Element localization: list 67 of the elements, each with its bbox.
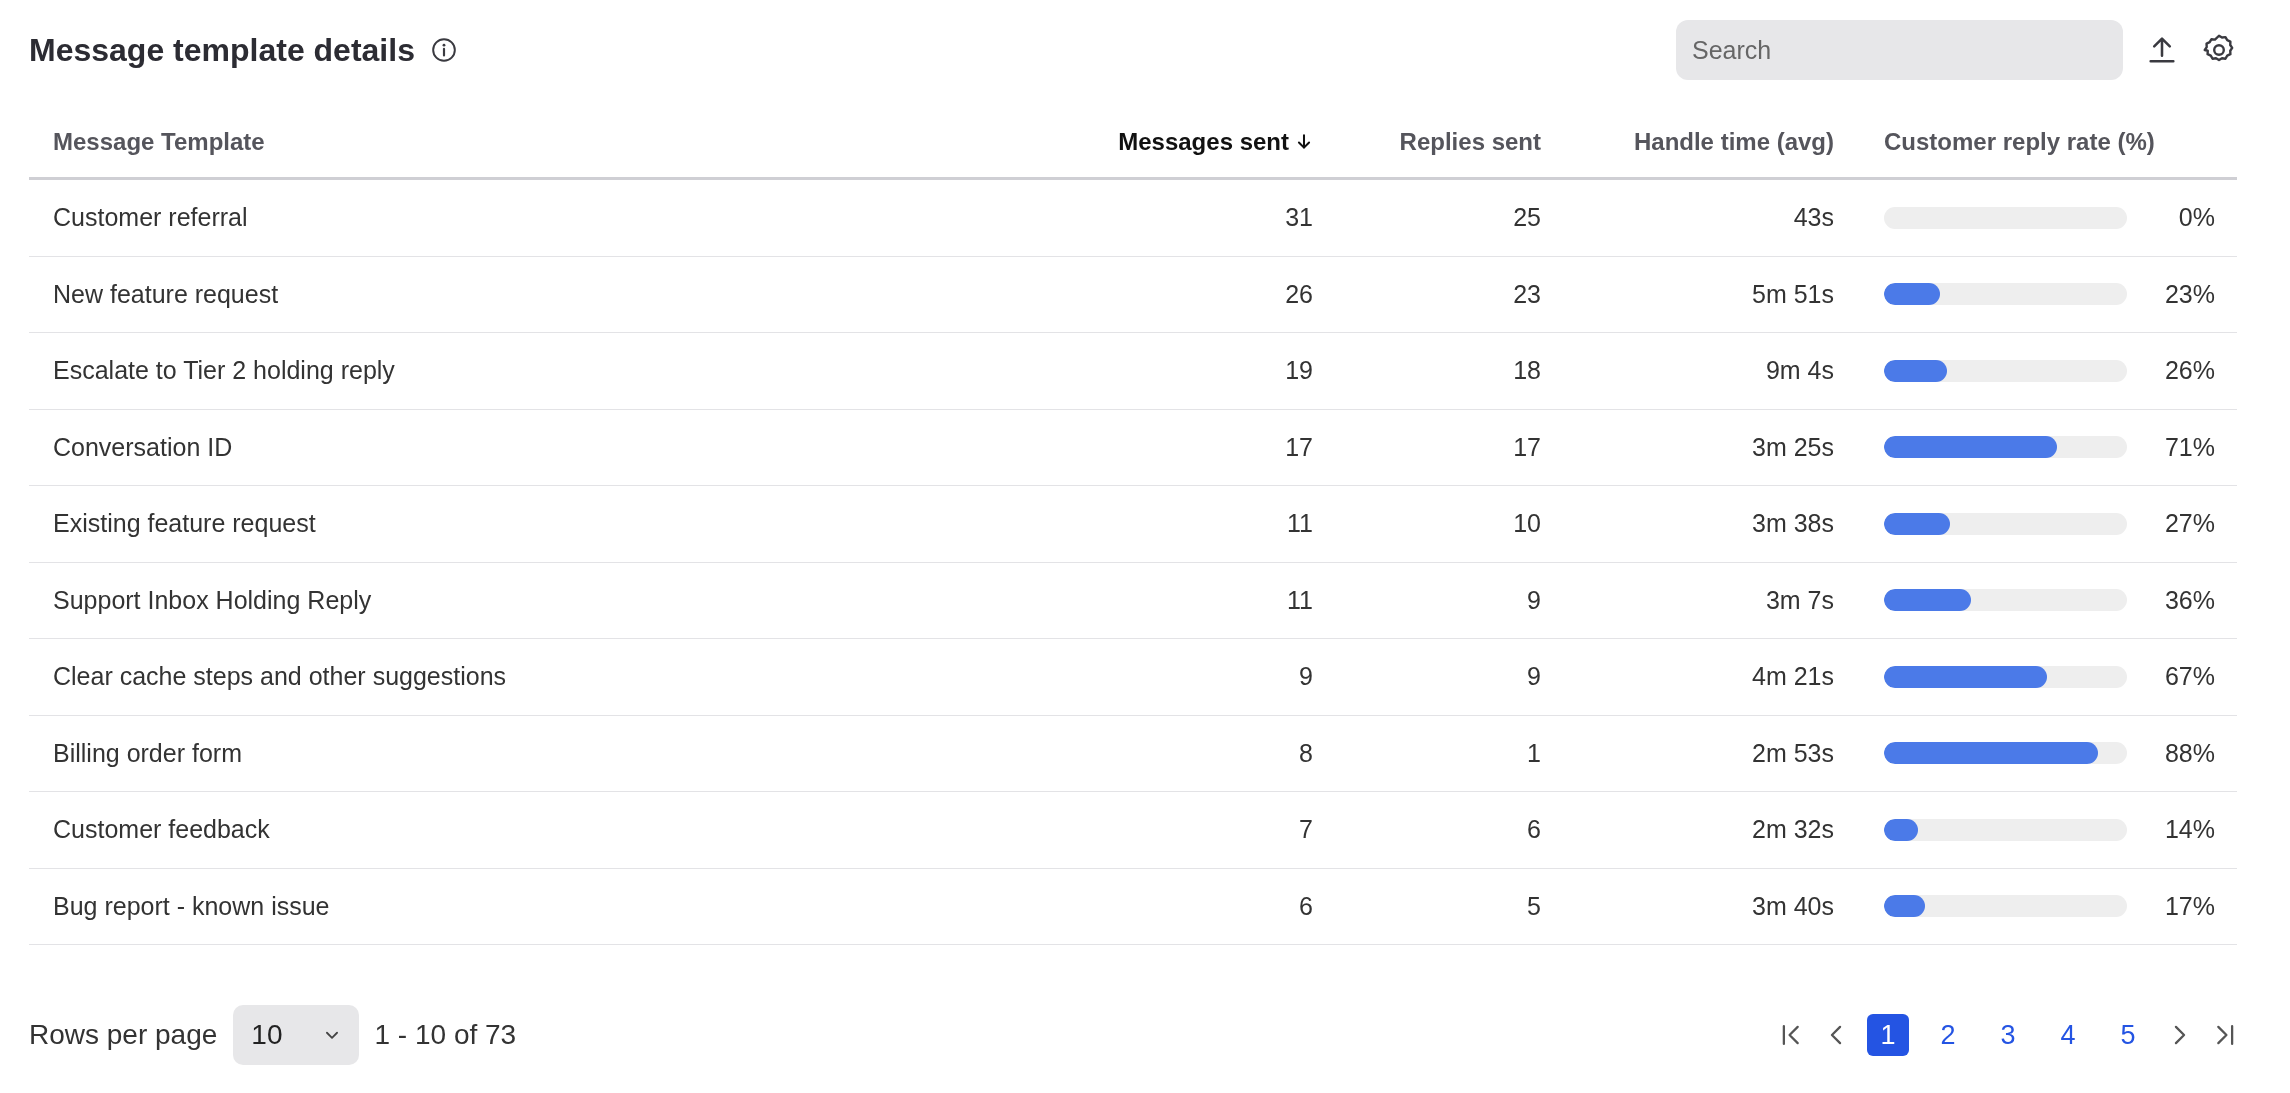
table-cell: 6 bbox=[1527, 815, 1541, 845]
table-cell-text: 88% bbox=[2164, 738, 2216, 768]
search-field[interactable]: Search bbox=[1676, 20, 2123, 80]
page-button[interactable]: 1 bbox=[1867, 1014, 1909, 1056]
table-cell: 17 bbox=[1285, 432, 1313, 462]
table-cell: Conversation ID bbox=[53, 432, 233, 462]
table-cell: 26 bbox=[1285, 279, 1313, 309]
sort-down-icon bbox=[1295, 133, 1313, 151]
table-cell: Customer feedback bbox=[53, 815, 270, 845]
table-cell: 23 bbox=[1513, 279, 1541, 309]
table-cell-text: 17% bbox=[2164, 891, 2216, 921]
table-cell: 9m 4s bbox=[1765, 356, 1834, 386]
table-cell: 3m 38s bbox=[1752, 509, 1834, 539]
table-cell: Customer referral bbox=[53, 203, 248, 233]
page-button[interactable]: 4 bbox=[2047, 1014, 2089, 1056]
table-cell: Clear cache steps and other suggestions bbox=[53, 662, 507, 692]
column-header[interactable]: Customer reply rate (%) bbox=[1834, 128, 2237, 156]
table-cell-text: 23% bbox=[2164, 279, 2216, 309]
table-cell-text: 26% bbox=[2164, 356, 2216, 386]
table-cell: 8 bbox=[1299, 738, 1313, 768]
table-cell: Bug report - known issue bbox=[53, 891, 330, 921]
table-cell-text: 14% bbox=[2164, 815, 2216, 845]
table-cell-text: 67% bbox=[2164, 662, 2216, 692]
table-cell: 5 bbox=[1527, 891, 1541, 921]
table-cell: 19 bbox=[1285, 356, 1313, 386]
rows-per-page-label: Rows per page bbox=[29, 1019, 218, 1051]
table-cell: 18 bbox=[1513, 356, 1541, 386]
table-cell-text: 27% bbox=[2164, 509, 2216, 539]
table-cell: Support Inbox Holding Reply bbox=[53, 585, 372, 615]
info-icon[interactable] bbox=[430, 37, 457, 63]
table-cell: Existing feature request bbox=[53, 509, 316, 539]
column-header[interactable]: Replies sent bbox=[1313, 128, 1541, 156]
table-cell: 9 bbox=[1527, 662, 1541, 692]
table-cell: 31 bbox=[1285, 203, 1313, 233]
table-cell: 2m 32s bbox=[1752, 815, 1834, 845]
table-cell: 43s bbox=[1793, 203, 1834, 233]
table-cell: New feature request bbox=[53, 279, 279, 309]
table-cell: 17 bbox=[1513, 432, 1541, 462]
table-cell-text: 36% bbox=[2164, 585, 2216, 615]
table-cell: 9 bbox=[1527, 585, 1541, 615]
column-header[interactable]: Messages sent bbox=[1043, 128, 1313, 156]
table-cell: 11 bbox=[1287, 509, 1313, 539]
rows-per-page-dropdown[interactable]: 10 bbox=[233, 1005, 359, 1065]
page-button[interactable]: 2 bbox=[1927, 1014, 1969, 1056]
table-cell: 11 bbox=[1287, 585, 1313, 615]
table-cell: 1 bbox=[1527, 738, 1541, 768]
page-range: 1 - 10 of 73 bbox=[374, 1019, 517, 1051]
table-cell: 9 bbox=[1299, 662, 1313, 692]
column-header[interactable]: Handle time (avg) bbox=[1541, 128, 1834, 156]
table-cell: 10 bbox=[1513, 509, 1541, 539]
table-cell: 7 bbox=[1299, 815, 1313, 845]
page-button[interactable]: 3 bbox=[1987, 1014, 2029, 1056]
table-cell: 5m 51s bbox=[1752, 279, 1834, 309]
table-cell-text: 0% bbox=[2178, 203, 2216, 233]
table-cell: 25 bbox=[1513, 203, 1541, 233]
table-cell: Billing order form bbox=[53, 738, 242, 768]
column-header[interactable]: Message Template bbox=[29, 128, 1043, 156]
table-cell: Escalate to Tier 2 holding reply bbox=[53, 356, 395, 386]
table-cell: 2m 53s bbox=[1752, 738, 1834, 768]
table-cell: 6 bbox=[1299, 891, 1313, 921]
table-cell-text: 71% bbox=[2164, 432, 2216, 462]
table-cell: 4m 21s bbox=[1752, 662, 1834, 692]
table-cell: 3m 25s bbox=[1752, 432, 1834, 462]
table-cell: 3m 40s bbox=[1752, 891, 1834, 921]
table-cell: 3m 7s bbox=[1765, 585, 1834, 615]
page-title: Message template details bbox=[29, 31, 415, 69]
page-button[interactable]: 5 bbox=[2107, 1014, 2149, 1056]
